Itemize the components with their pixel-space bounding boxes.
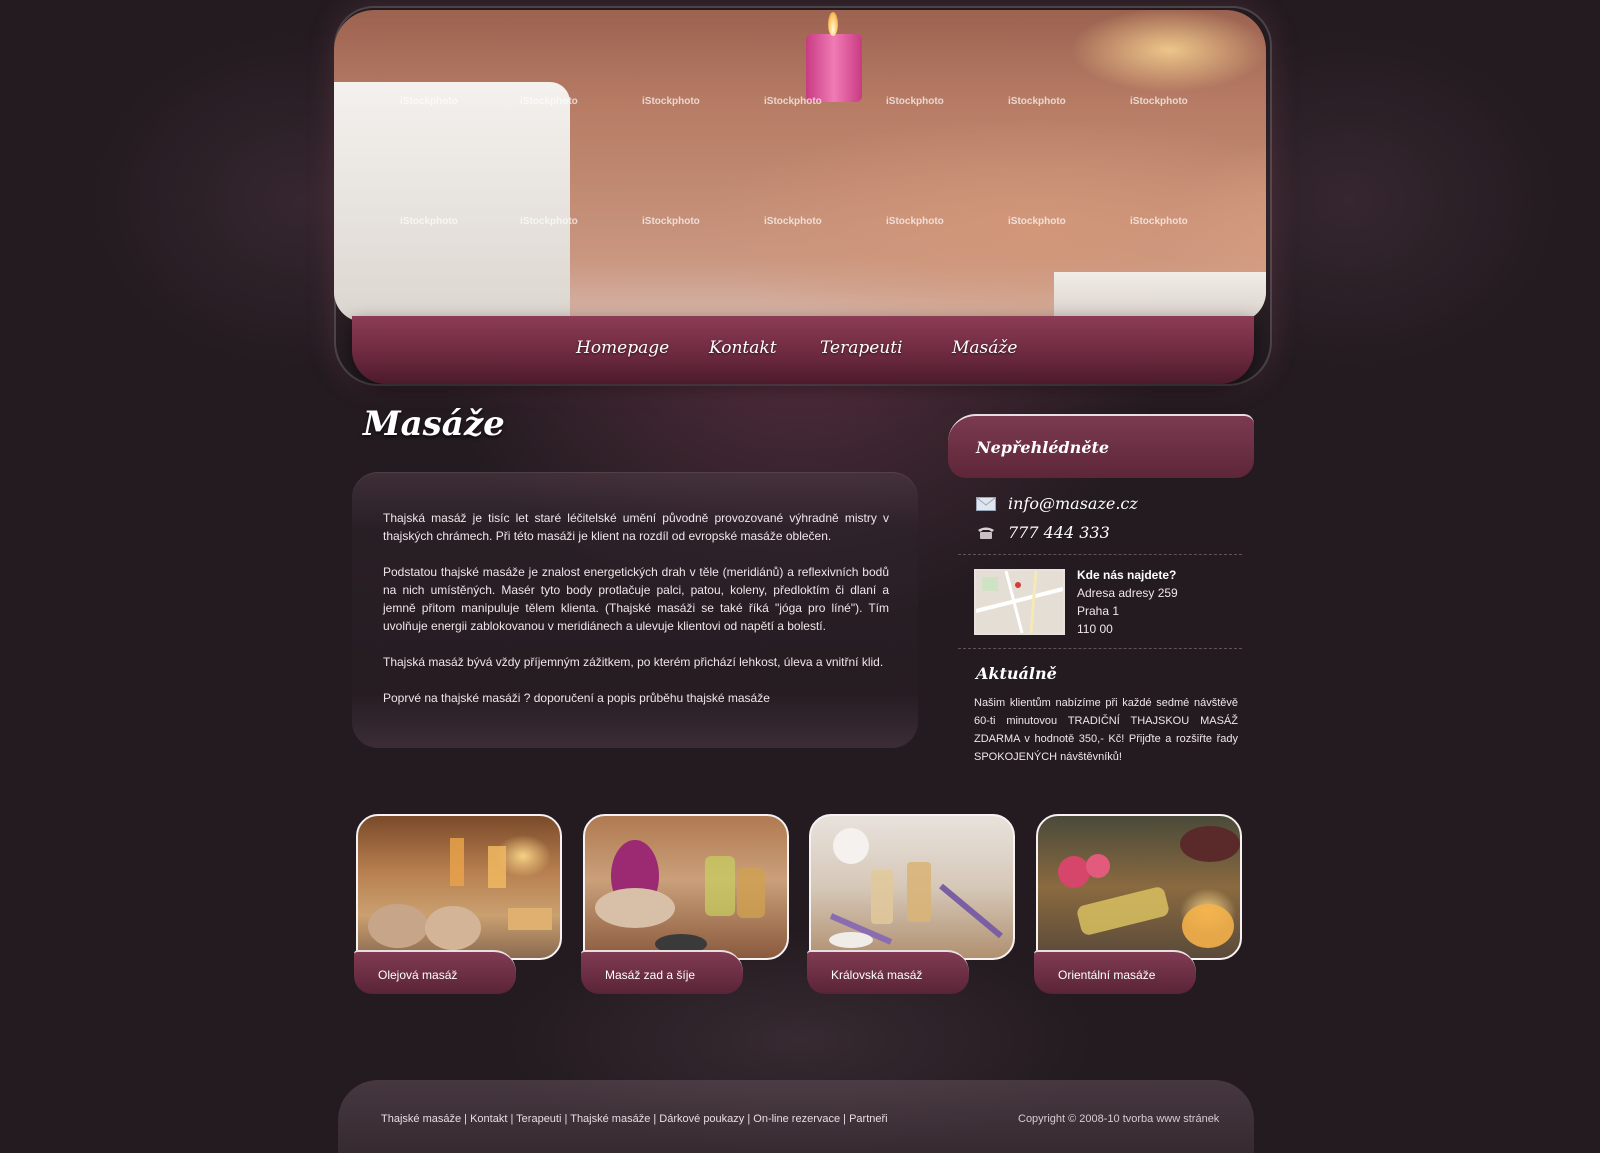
card-label[interactable]: Orientální masáže	[1058, 968, 1155, 982]
card-label[interactable]: Masáž zad a šíje	[605, 968, 695, 982]
nav-masaze[interactable]: Masáže	[952, 338, 1017, 358]
towel-shape	[334, 82, 570, 322]
orchid-icon	[595, 840, 765, 954]
footer-link[interactable]: Thajské masáže	[381, 1113, 461, 1125]
footer-separator: |	[650, 1113, 660, 1125]
footer-links: Thajské masáže | Kontakt | Terapeuti | T…	[381, 1113, 888, 1125]
footer-link[interactable]: Kontakt	[470, 1113, 507, 1125]
footer-link[interactable]: Partneři	[849, 1113, 888, 1125]
card-masaz-zad-a-sije[interactable]: Masáž zad a šíje	[581, 812, 791, 994]
footer-link[interactable]: Terapeuti	[516, 1113, 561, 1125]
telephone-icon	[978, 527, 994, 539]
watermark-text: iStockphoto	[1008, 216, 1066, 227]
map-thumbnail[interactable]	[974, 569, 1065, 635]
map-icon	[976, 571, 1063, 633]
towels-icon	[368, 838, 552, 950]
watermark-text: iStockphoto	[886, 216, 944, 227]
lavender-icon	[829, 828, 1003, 948]
watermark-text: iStockphoto	[764, 216, 822, 227]
address-block: Kde nás najdete? Adresa adresy 259 Praha…	[1077, 566, 1178, 638]
flower-bottle-icon	[1058, 826, 1240, 948]
card-image	[809, 814, 1015, 960]
page-title: Masáže	[363, 404, 505, 444]
watermark-text: iStockphoto	[400, 96, 458, 107]
footer-link[interactable]: Dárkové poukazy	[659, 1113, 744, 1125]
footer-separator: |	[507, 1113, 517, 1125]
card-label[interactable]: Královská masáž	[831, 968, 922, 982]
card-image	[1036, 814, 1242, 960]
nav-homepage[interactable]: Homepage	[576, 338, 669, 358]
phone-number: 777 444 333	[1008, 523, 1110, 542]
card-olejova-masaz[interactable]: Olejová masáž	[354, 812, 564, 994]
watermark-text: iStockphoto	[520, 216, 578, 227]
card-kralovska-masaz[interactable]: Královská masáž	[807, 812, 1017, 994]
candle-flame	[828, 12, 838, 36]
nav-terapeuti[interactable]: Terapeuti	[820, 338, 903, 358]
divider	[958, 554, 1242, 555]
watermark-text: iStockphoto	[764, 96, 822, 107]
copyright: Copyright © 2008-10 tvorba www stránek	[1018, 1113, 1220, 1125]
paragraph: Podstatou thajské masáže je znalost ener…	[383, 565, 889, 633]
email-row[interactable]: info@masaze.cz	[976, 494, 1138, 513]
address-title: Kde nás najdete?	[1077, 568, 1177, 582]
first-visit-link[interactable]: Poprvé na thajské masáži ? doporučení a …	[383, 691, 770, 705]
article-text: Thajská masáž je tisíc let staré léčitel…	[383, 509, 889, 725]
sidebar-heading: Nepřehlédněte	[976, 438, 1110, 457]
divider	[958, 648, 1242, 649]
card-orientalni-masaze[interactable]: Orientální masáže	[1034, 812, 1244, 994]
news-title: Aktuálně	[976, 664, 1057, 683]
hero-image: iStockphoto iStockphoto iStockphoto iSto…	[334, 10, 1266, 322]
card-image	[356, 814, 562, 960]
address-line: Praha 1	[1077, 604, 1120, 618]
paragraph: Thajská masáž je tisíc let staré léčitel…	[383, 511, 889, 543]
envelope-icon	[976, 496, 996, 511]
footer-separator: |	[744, 1113, 754, 1125]
footer-separator: |	[561, 1113, 571, 1125]
paragraph: Thajská masáž bývá vždy příjemným zážitk…	[383, 655, 884, 669]
candle-shape	[806, 34, 862, 102]
footer-link[interactable]: On-line rezervace	[753, 1113, 840, 1125]
footer-link[interactable]: Thajské masáže	[570, 1113, 650, 1125]
address-line: Adresa adresy 259	[1077, 586, 1178, 600]
watermark-text: iStockphoto	[1130, 216, 1188, 227]
watermark-text: iStockphoto	[520, 96, 578, 107]
email-address[interactable]: info@masaze.cz	[1008, 494, 1138, 513]
news-text: Našim klientům nabízíme při každé sedmé …	[974, 697, 1238, 763]
footer-separator: |	[461, 1113, 471, 1125]
pillow-shape	[1054, 272, 1266, 322]
watermark-text: iStockphoto	[400, 216, 458, 227]
watermark-text: iStockphoto	[642, 216, 700, 227]
footer-separator: |	[840, 1113, 850, 1125]
watermark-text: iStockphoto	[886, 96, 944, 107]
nav-kontakt[interactable]: Kontakt	[709, 338, 777, 358]
watermark-text: iStockphoto	[1130, 96, 1188, 107]
main-nav	[352, 316, 1254, 384]
card-label[interactable]: Olejová masáž	[378, 968, 457, 982]
phone-row: 777 444 333	[976, 523, 1110, 542]
address-line: 110 00	[1077, 622, 1113, 636]
card-image	[583, 814, 789, 960]
watermark-text: iStockphoto	[642, 96, 700, 107]
watermark-text: iStockphoto	[1008, 96, 1066, 107]
